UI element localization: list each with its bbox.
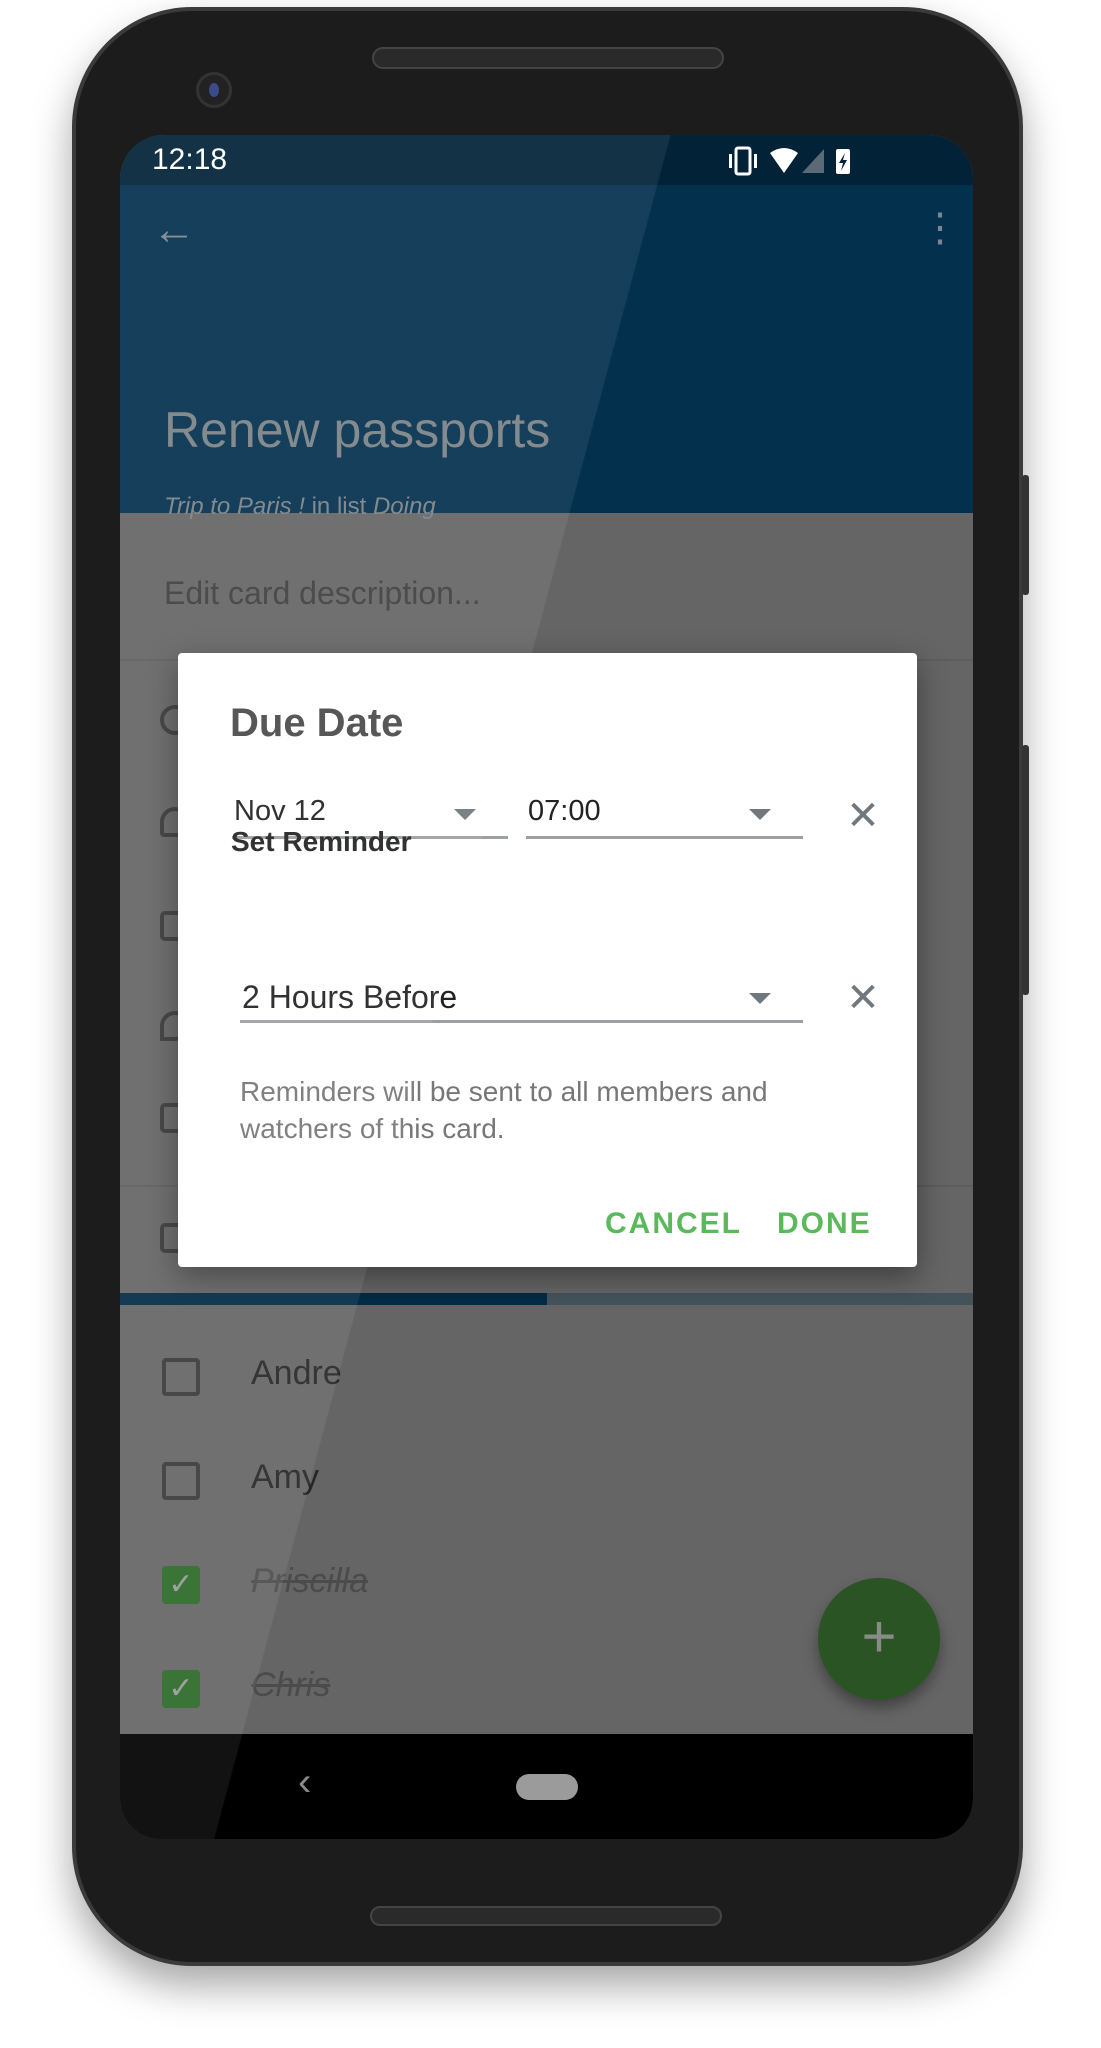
- reminder-dropdown[interactable]: 2 Hours Before: [240, 973, 803, 1023]
- progress-fill: [120, 1293, 547, 1305]
- checkbox[interactable]: [162, 1358, 200, 1396]
- in-list-text: in list: [311, 493, 367, 520]
- navigation-bar: ‹: [120, 1734, 973, 1839]
- done-button[interactable]: DONE: [777, 1207, 872, 1241]
- checklist-item[interactable]: Andre: [120, 1328, 973, 1428]
- clear-date-close-icon[interactable]: ✕: [843, 796, 883, 836]
- checklist-progress-bar: [120, 1293, 973, 1305]
- board-name[interactable]: Trip to Paris !: [164, 493, 305, 520]
- more-vert-icon[interactable]: ⋮: [920, 205, 960, 251]
- plus-icon: +: [861, 1603, 897, 1670]
- checklist-item-label: Priscilla: [251, 1562, 369, 1600]
- time-dropdown[interactable]: 07:00: [526, 789, 803, 839]
- signal-icon: [802, 149, 824, 173]
- cancel-button[interactable]: CANCEL: [605, 1207, 742, 1241]
- clear-reminder-close-icon[interactable]: ✕: [843, 978, 883, 1018]
- date-value: Nov 12: [234, 795, 326, 827]
- checklist-item-label: Amy: [251, 1458, 319, 1496]
- reminder-value: 2 Hours Before: [242, 979, 458, 1015]
- vibrate-icon: [729, 146, 757, 176]
- due-date-dialog: Due Date Nov 12 07:00 ✕ Set Reminder 2 H…: [178, 653, 917, 1267]
- bottom-speaker: [370, 1906, 722, 1926]
- chevron-down-icon: [749, 993, 771, 1004]
- checklist-item-label: Chris: [251, 1666, 331, 1704]
- checkbox[interactable]: ✓: [162, 1566, 200, 1604]
- front-camera: [196, 72, 232, 108]
- list-name[interactable]: Doing: [373, 493, 436, 520]
- volume-button: [1022, 745, 1029, 995]
- status-time: 12:18: [152, 143, 228, 176]
- battery-charging-icon: [836, 149, 850, 174]
- reminder-help-text: Reminders will be sent to all members an…: [240, 1076, 768, 1144]
- checklist-item[interactable]: Amy: [120, 1432, 973, 1532]
- card-subtitle: Trip to Paris ! in list Doing: [164, 493, 436, 521]
- app-bar: ← ⋮ Renew passports Trip to Paris ! in l…: [120, 185, 973, 520]
- checkbox[interactable]: ✓: [162, 1670, 200, 1708]
- status-bar: 12:18: [120, 135, 973, 185]
- screen: 12:18 ← ⋮ Renew passports Trip to Paris …: [120, 135, 973, 1839]
- time-value: 07:00: [528, 795, 601, 827]
- chevron-down-icon: [749, 809, 771, 820]
- arrow-left-icon[interactable]: ←: [152, 205, 196, 255]
- checkbox[interactable]: [162, 1462, 200, 1500]
- chevron-down-icon: [454, 809, 476, 820]
- add-item-fab[interactable]: +: [818, 1578, 940, 1700]
- description-field[interactable]: Edit card description...: [164, 575, 481, 612]
- wifi-icon: [770, 148, 798, 173]
- card-title[interactable]: Renew passports: [164, 401, 550, 459]
- checklist-item-label: Andre: [251, 1354, 342, 1392]
- dialog-title: Due Date: [230, 701, 404, 745]
- power-button: [1022, 475, 1029, 595]
- status-icons: [729, 146, 850, 176]
- earpiece-speaker: [372, 47, 724, 69]
- nav-home-button[interactable]: [516, 1774, 578, 1800]
- reminder-label: Set Reminder: [231, 826, 412, 857]
- nav-back-icon[interactable]: ‹: [298, 1760, 311, 1805]
